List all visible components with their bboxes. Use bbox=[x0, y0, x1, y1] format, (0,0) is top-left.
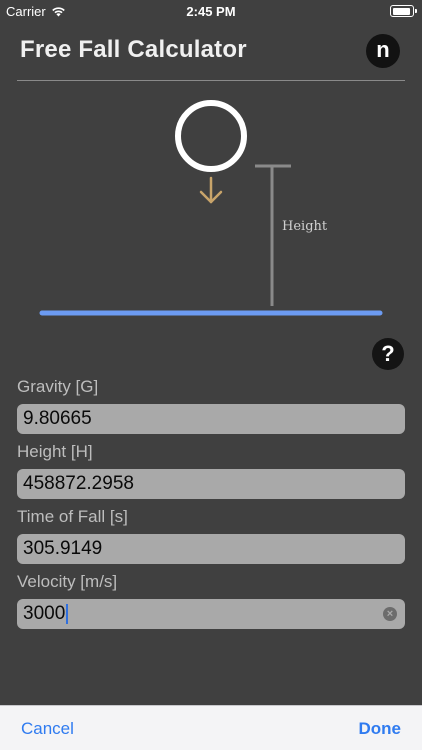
battery-icon bbox=[390, 5, 417, 17]
header-divider bbox=[17, 80, 405, 81]
page-title: Free Fall Calculator bbox=[20, 36, 247, 63]
cancel-button[interactable]: Cancel bbox=[21, 719, 74, 739]
keyboard-toolbar: Cancel Done bbox=[0, 705, 422, 750]
clear-icon[interactable]: × bbox=[383, 607, 397, 621]
time-of-fall-input[interactable]: 305.9149 bbox=[17, 534, 405, 564]
help-button[interactable]: ? bbox=[372, 338, 404, 370]
done-button[interactable]: Done bbox=[359, 719, 402, 739]
fall-direction-arrow-icon bbox=[199, 176, 223, 204]
velocity-value: 3000 bbox=[23, 603, 66, 624]
time-of-fall-label: Time of Fall [s] bbox=[17, 507, 128, 526]
status-time: 2:45 PM bbox=[186, 4, 236, 19]
gravity-label: Gravity [G] bbox=[17, 377, 99, 396]
status-bar: Carrier 2:45 PM bbox=[0, 0, 422, 22]
text-caret bbox=[66, 604, 69, 624]
height-input[interactable]: 458872.2958 bbox=[17, 469, 405, 499]
brand-logo-button[interactable]: n bbox=[366, 34, 400, 68]
velocity-input[interactable]: 3000 × bbox=[17, 599, 405, 629]
height-field-label: Height [H] bbox=[17, 442, 93, 461]
gravity-input[interactable]: 9.80665 bbox=[17, 404, 405, 434]
height-label: Height bbox=[282, 219, 328, 234]
free-fall-diagram bbox=[39, 100, 383, 316]
falling-ball-icon bbox=[175, 100, 247, 172]
velocity-label: Velocity [m/s] bbox=[17, 572, 118, 591]
